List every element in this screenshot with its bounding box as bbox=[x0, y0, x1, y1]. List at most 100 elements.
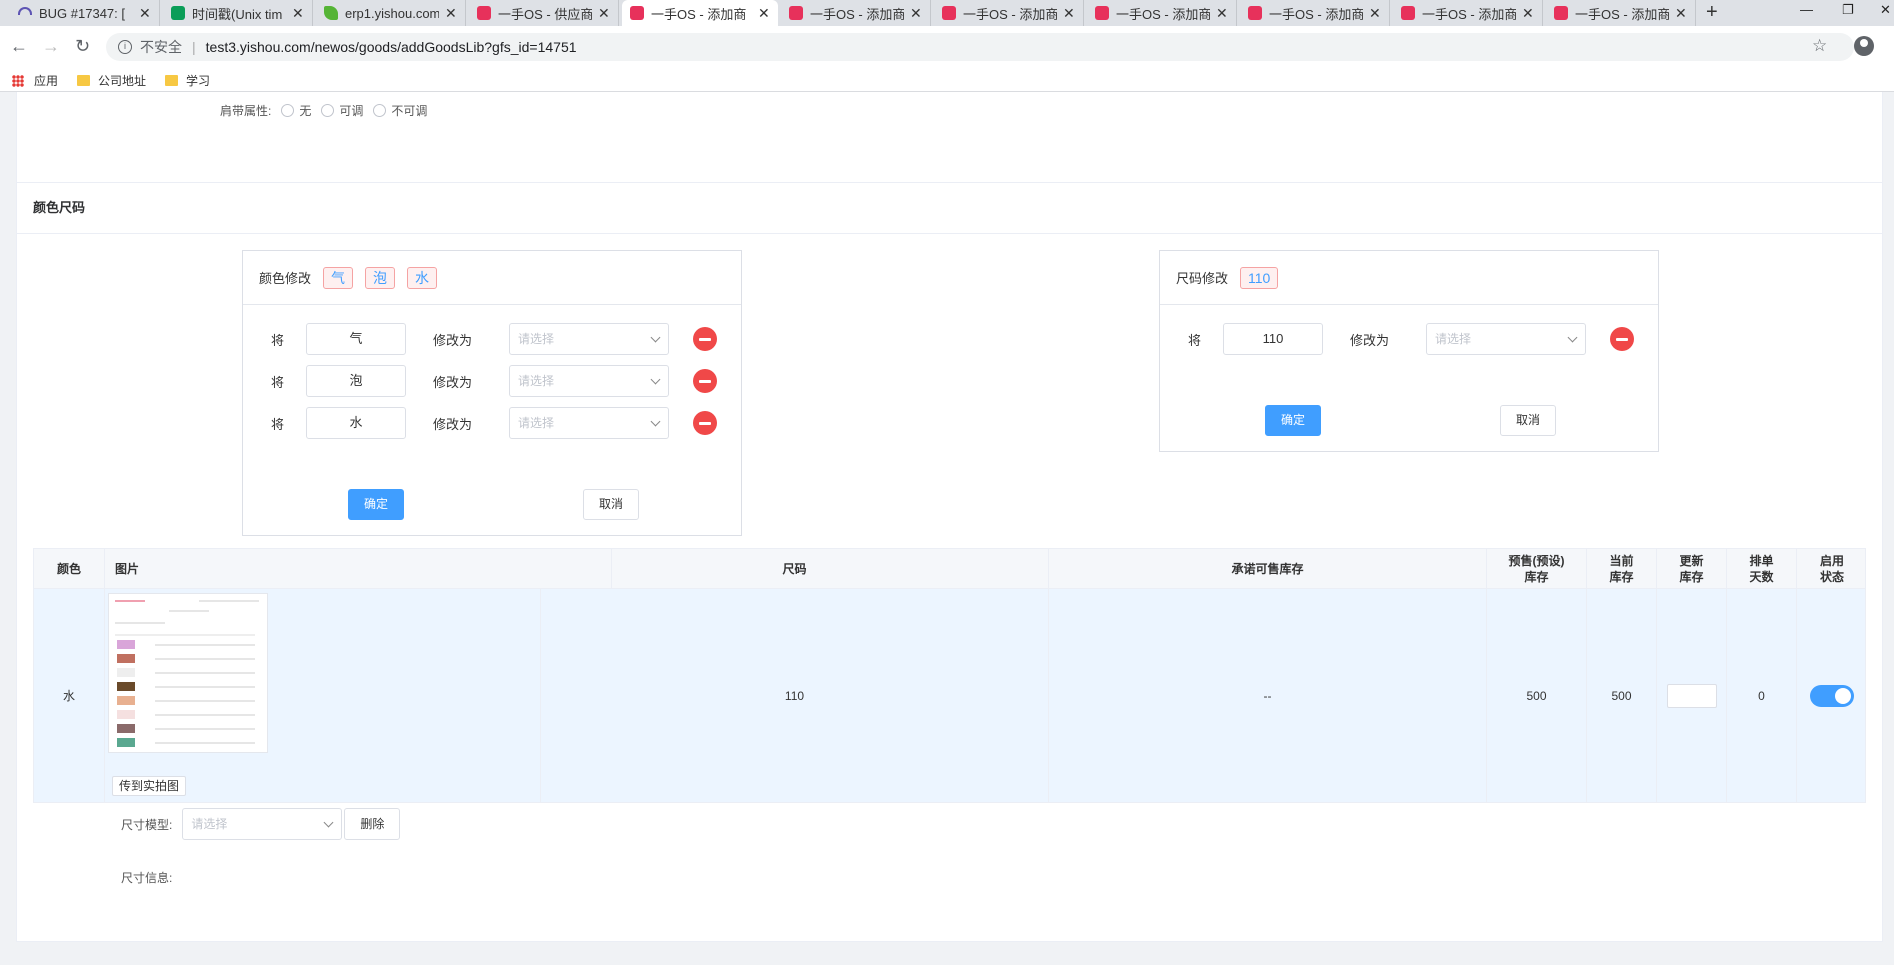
tab-title: 一手OS - 添加商 bbox=[651, 6, 747, 22]
original-color-field[interactable]: 泡 bbox=[306, 365, 406, 397]
url-bar[interactable]: i 不安全 | test3.yishou.com/newos/goods/add… bbox=[106, 33, 1854, 61]
color-confirm-button[interactable]: 确定 bbox=[348, 489, 404, 520]
table-row: 水 传到实拍图 110 -- 500 500 0 bbox=[34, 589, 1865, 802]
size-modify-header: 尺码修改 110 bbox=[1160, 251, 1658, 305]
forward-icon[interactable]: → bbox=[42, 36, 60, 57]
original-color-field[interactable]: 水 bbox=[306, 407, 406, 439]
account-icon[interactable] bbox=[1854, 36, 1874, 56]
tab-title: 一手OS - 添加商 bbox=[810, 6, 904, 22]
browser-tab[interactable]: 一手OS - 添加商 ✕ bbox=[781, 0, 931, 26]
upload-to-photo-button[interactable]: 传到实拍图 bbox=[112, 776, 187, 796]
close-icon[interactable]: ✕ bbox=[1522, 5, 1534, 22]
close-icon[interactable]: ✕ bbox=[598, 5, 610, 22]
bookmark-apps[interactable]: 应用 bbox=[12, 72, 58, 89]
browser-tab[interactable]: 一手OS - 添加商 ✕ bbox=[934, 0, 1084, 26]
select-placeholder: 请选择 bbox=[1435, 332, 1472, 346]
from-label: 将 bbox=[1188, 332, 1202, 348]
bookmark-star-icon[interactable]: ☆ bbox=[1812, 36, 1827, 56]
radio-dot[interactable] bbox=[281, 104, 295, 117]
close-icon[interactable]: ✕ bbox=[1675, 5, 1687, 22]
tab-title: erp1.yishou.com bbox=[345, 5, 439, 21]
tab-title: 一手OS - 添加商 bbox=[1116, 6, 1210, 22]
info-icon[interactable]: i bbox=[118, 40, 132, 54]
remove-row-button[interactable] bbox=[693, 327, 717, 351]
close-icon[interactable]: ✕ bbox=[1369, 5, 1381, 22]
update-stock-input[interactable] bbox=[1666, 683, 1717, 708]
close-icon[interactable]: ✕ bbox=[1216, 5, 1228, 22]
color-chip: 泡 bbox=[365, 266, 396, 289]
remove-row-button[interactable] bbox=[693, 411, 717, 435]
th-promised-stock: 承诺可售库存 bbox=[1049, 549, 1487, 588]
address-toolbar: ← → ↻ i 不安全 | test3.yishou.com/newos/goo… bbox=[0, 26, 1894, 68]
url-separator: | bbox=[192, 39, 196, 55]
close-icon[interactable]: ✕ bbox=[292, 5, 304, 22]
back-icon[interactable]: ← bbox=[10, 36, 28, 57]
browser-tab[interactable]: 一手OS - 添加商 ✕ bbox=[1393, 0, 1543, 26]
strap-radio-none[interactable]: 无 bbox=[281, 102, 311, 119]
strap-radio-adjustable[interactable]: 可调 bbox=[321, 102, 363, 119]
browser-tab[interactable]: 一手OS - 添加商 ✕ bbox=[1087, 0, 1237, 26]
browser-tab[interactable]: 时间戳(Unix tim ✕ bbox=[163, 0, 313, 26]
size-chip: 110 bbox=[1240, 266, 1279, 289]
original-size-field[interactable]: 110 bbox=[1223, 323, 1323, 355]
size-modify-row: 将 110 修改为 请选择 bbox=[1160, 321, 1658, 357]
radio-label: 无 bbox=[299, 104, 312, 118]
thumb-line bbox=[155, 644, 255, 646]
browser-tab[interactable]: erp1.yishou.com ✕ bbox=[316, 0, 466, 26]
close-icon[interactable]: ✕ bbox=[910, 5, 922, 22]
close-icon[interactable]: ✕ bbox=[758, 5, 770, 22]
close-icon[interactable]: ✕ bbox=[139, 5, 151, 22]
close-icon[interactable]: ✕ bbox=[1063, 5, 1075, 22]
strap-radio-fixed[interactable]: 不可调 bbox=[373, 102, 427, 119]
color-cancel-button[interactable]: 取消 bbox=[583, 489, 639, 520]
enable-toggle[interactable] bbox=[1810, 684, 1854, 707]
size-model-row: 尺寸模型: 请选择 删除 bbox=[121, 808, 401, 840]
reload-icon[interactable]: ↻ bbox=[75, 36, 90, 57]
window-close-icon[interactable]: ✕ bbox=[1880, 2, 1891, 18]
product-image[interactable] bbox=[108, 593, 268, 753]
thumb-swatch bbox=[117, 696, 135, 705]
delete-size-model-button[interactable]: 删除 bbox=[344, 808, 401, 840]
new-size-select[interactable]: 请选择 bbox=[1426, 323, 1586, 355]
restore-icon[interactable]: ❐ bbox=[1842, 2, 1854, 18]
new-color-select[interactable]: 请选择 bbox=[509, 323, 669, 355]
browser-tab[interactable]: 一手OS - 添加商 ✕ bbox=[1240, 0, 1390, 26]
size-info-label: 尺寸信息: bbox=[121, 871, 173, 885]
browser-tab-strip: BUG #17347: [ ✕ 时间戳(Unix tim ✕ erp1.yish… bbox=[0, 0, 1894, 26]
yishou-icon bbox=[1401, 6, 1415, 20]
original-color-field[interactable]: 气 bbox=[306, 323, 406, 355]
color-chip: 气 bbox=[323, 266, 354, 289]
size-confirm-button[interactable]: 确定 bbox=[1265, 405, 1321, 436]
from-label: 将 bbox=[271, 416, 285, 432]
color-modify-row: 将 气 修改为 请选择 bbox=[243, 321, 741, 357]
bookmark-study[interactable]: 学习 bbox=[165, 72, 210, 89]
size-model-select[interactable]: 请选择 bbox=[182, 808, 343, 840]
browser-tab-active[interactable]: 一手OS - 添加商 ✕ bbox=[622, 0, 778, 26]
close-icon[interactable]: ✕ bbox=[445, 5, 457, 22]
thumb-line bbox=[115, 634, 255, 636]
radio-dot[interactable] bbox=[373, 104, 387, 117]
strap-label: 肩带属性: bbox=[220, 104, 272, 118]
browser-tab[interactable]: 一手OS - 供应商 ✕ bbox=[469, 0, 619, 26]
browser-tab[interactable]: BUG #17347: [ ✕ bbox=[10, 0, 160, 26]
remove-row-button[interactable] bbox=[693, 369, 717, 393]
new-color-select[interactable]: 请选择 bbox=[509, 407, 669, 439]
size-cancel-button[interactable]: 取消 bbox=[1500, 405, 1556, 436]
browser-tab[interactable]: 一手OS - 添加商 ✕ bbox=[1546, 0, 1696, 26]
cell-presale-stock: 500 bbox=[1487, 589, 1587, 802]
radio-dot[interactable] bbox=[321, 104, 335, 117]
size-modify-panel: 尺码修改 110 将 110 修改为 请选择 确定 取消 bbox=[1159, 250, 1659, 452]
new-color-select[interactable]: 请选择 bbox=[509, 365, 669, 397]
url-text[interactable]: test3.yishou.com/newos/goods/addGoodsLib… bbox=[206, 39, 577, 55]
bookmark-company[interactable]: 公司地址 bbox=[77, 72, 146, 89]
th-update-stock: 更新库存 bbox=[1657, 549, 1727, 588]
chevron-down-icon bbox=[650, 332, 661, 343]
timestamp-icon bbox=[171, 6, 185, 20]
minimize-icon[interactable]: — bbox=[1800, 2, 1813, 17]
new-tab-button[interactable]: + bbox=[1706, 1, 1718, 24]
divider bbox=[17, 233, 1882, 234]
remove-row-button[interactable] bbox=[1610, 327, 1634, 351]
bookmarks-bar: 应用 公司地址 学习 bbox=[0, 68, 1894, 92]
apps-grid-icon bbox=[12, 74, 24, 87]
color-size-card: 颜色尺码 颜色修改 气 泡 水 将 气 修改为 请选择 将 泡 修改为 请选择 bbox=[16, 182, 1883, 942]
